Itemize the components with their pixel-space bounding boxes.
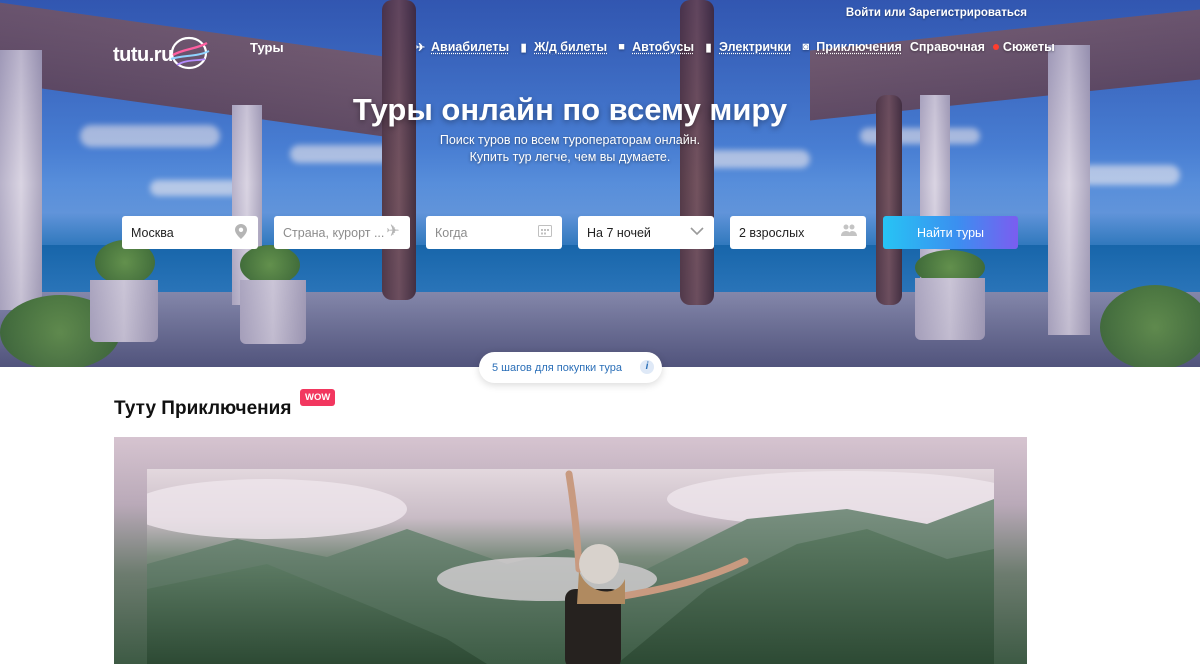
location-pin-icon	[233, 224, 249, 240]
section-label-tours[interactable]: Туры	[250, 40, 284, 55]
camera-icon: ◙	[802, 41, 810, 53]
logo[interactable]: tutu.ru	[113, 33, 213, 77]
suburban-train-icon: ▮	[705, 41, 712, 54]
main-nav: ✈ Авиабилеты ▮ Ж/д билеты ■ Автобусы ▮ Э…	[414, 40, 1055, 54]
adventure-photo	[147, 469, 994, 664]
plane-icon: ✈	[386, 223, 400, 240]
departure-city-field[interactable]: Москва	[122, 216, 258, 249]
mountain-landscape-illustration	[147, 470, 994, 664]
adventures-section-title: Туту Приключения	[114, 398, 292, 419]
destination-field[interactable]: Страна, курорт ... ✈	[274, 216, 410, 249]
red-dot-icon	[992, 44, 999, 50]
destination-placeholder: Страна, курорт ...	[283, 225, 385, 240]
info-icon: i	[640, 360, 654, 374]
plane-icon: ✈	[415, 41, 426, 54]
adventures-promo-image[interactable]	[114, 437, 1027, 664]
bus-icon: ■	[618, 41, 625, 53]
nav-item-label: Приключения	[816, 40, 902, 54]
nav-item-reference[interactable]: Справочная	[910, 40, 985, 54]
login-register-link[interactable]: Войти или Зарегистрироваться	[846, 7, 1027, 19]
nav-item-adventures[interactable]: ◙ Приключения	[799, 40, 902, 54]
nav-item-trains[interactable]: ▮ Ж/д билеты	[517, 40, 607, 54]
purchase-steps-button[interactable]: 5 шагов для покупки тура i	[479, 352, 662, 383]
hero-subtitle-line: Купить тур легче, чем вы думаете.	[469, 150, 671, 164]
hero-subtitle: Поиск туров по всем туроператорам онлайн…	[0, 132, 1140, 166]
site-header: Войти или Зарегистрироваться tutu.ru Тур…	[0, 0, 1200, 80]
nav-item-label: Сюжеты	[1002, 40, 1055, 54]
guests-value: 2 взрослых	[739, 225, 805, 240]
nav-item-label: Справочная	[909, 40, 985, 54]
nav-item-label: Автобусы	[632, 40, 695, 54]
find-tours-button[interactable]: Найти туры	[883, 216, 1018, 249]
people-icon	[841, 224, 857, 240]
guests-field[interactable]: 2 взрослых	[730, 216, 866, 249]
nav-item-label: Ж/д билеты	[534, 40, 608, 54]
nav-item-flights[interactable]: ✈ Авиабилеты	[414, 40, 509, 54]
nav-item-label: Авиабилеты	[431, 40, 510, 54]
purchase-steps-label: 5 шагов для покупки тура	[492, 361, 623, 374]
wow-badge: WOW	[300, 389, 336, 406]
chevron-down-icon	[689, 224, 705, 240]
globe-logo-icon	[170, 36, 210, 70]
nav-item-label: Электрички	[719, 40, 792, 54]
calendar-icon	[537, 224, 553, 240]
hero-subtitle-line: Поиск туров по всем туроператорам онлайн…	[439, 133, 701, 147]
date-placeholder: Когда	[435, 225, 468, 240]
nav-item-stories[interactable]: Сюжеты	[992, 40, 1055, 54]
date-field[interactable]: Когда	[426, 216, 562, 249]
departure-city-value: Москва	[131, 225, 174, 240]
nights-select[interactable]: На 7 ночей	[578, 216, 714, 249]
nav-item-suburban-trains[interactable]: ▮ Электрички	[702, 40, 792, 54]
train-icon: ▮	[520, 41, 527, 54]
hero-title: Туры онлайн по всему миру	[352, 92, 788, 127]
nights-value: На 7 ночей	[587, 225, 651, 240]
nav-item-buses[interactable]: ■ Автобусы	[615, 40, 694, 54]
